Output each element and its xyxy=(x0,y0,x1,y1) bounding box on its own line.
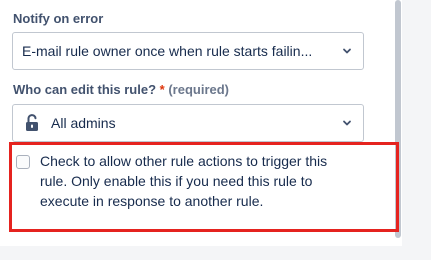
chevron-down-icon xyxy=(343,120,351,126)
who-can-edit-value: All admins xyxy=(51,115,116,131)
allow-rule-trigger-checkbox[interactable] xyxy=(16,155,30,169)
notify-on-error-label: Notify on error xyxy=(13,11,104,26)
allow-rule-trigger-label-line: execute in response to another rule. xyxy=(40,193,264,209)
chevron-down-icon xyxy=(343,48,351,54)
who-can-edit-label: Who can edit this rule? * (required) xyxy=(13,82,229,98)
required-asterisk: * xyxy=(159,82,165,97)
who-can-edit-select[interactable]: All admins xyxy=(12,104,364,142)
allow-rule-trigger-label-line: Check to allow other rule actions to tri… xyxy=(40,153,328,169)
allow-rule-trigger-label-line: rule. Only enable this if you need this … xyxy=(40,173,313,189)
unlock-icon xyxy=(26,114,38,131)
who-can-edit-label-text: Who can edit this rule? xyxy=(13,82,157,97)
notify-on-error-select[interactable]: E-mail rule owner once when rule starts … xyxy=(12,32,364,70)
required-hint: (required) xyxy=(168,82,229,97)
allow-rule-trigger-label[interactable]: Check to allow other rule actions to tri… xyxy=(40,151,380,211)
notify-on-error-value: E-mail rule owner once when rule starts … xyxy=(22,43,313,59)
